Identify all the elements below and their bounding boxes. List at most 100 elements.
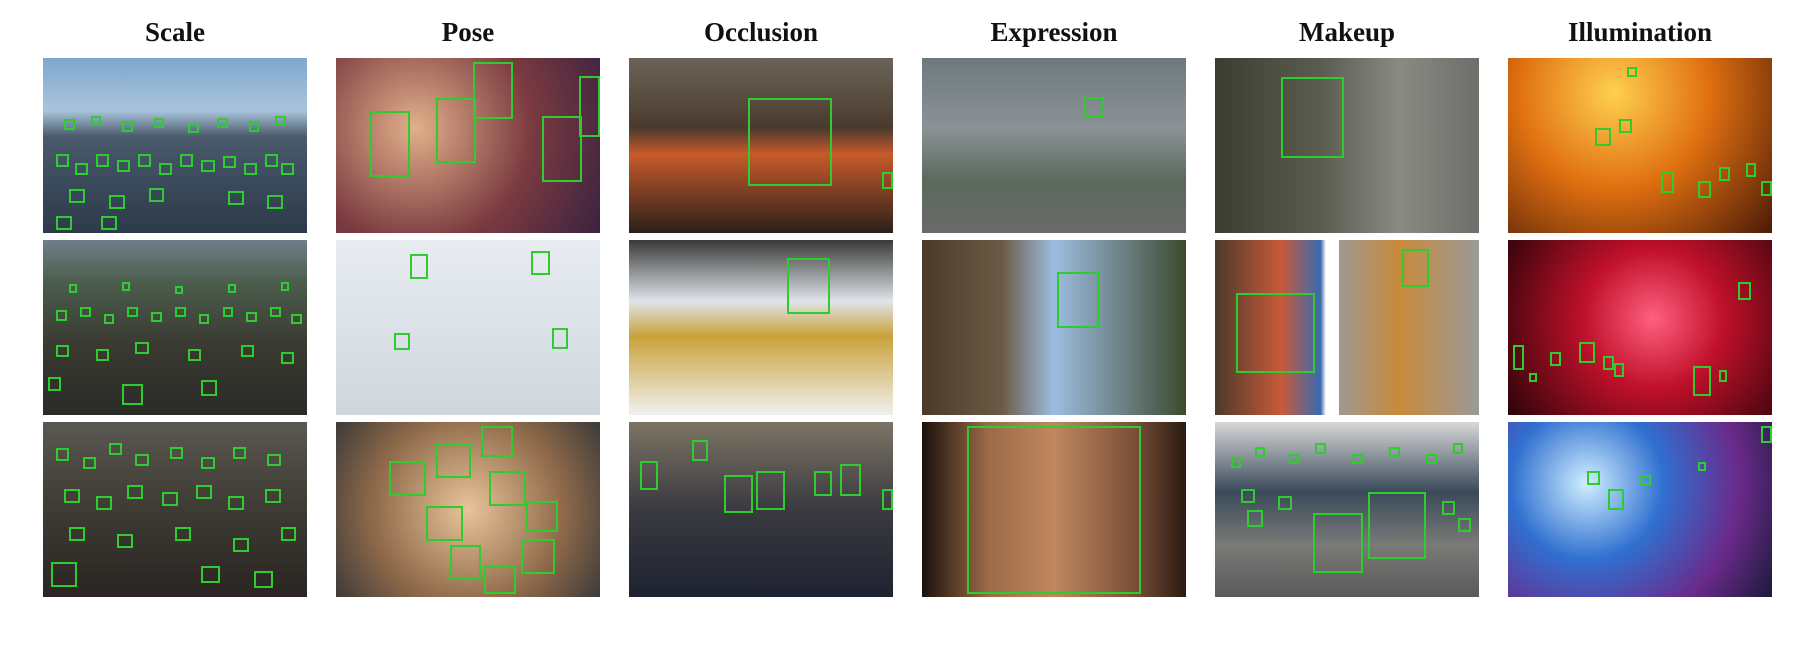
face-bounding-box xyxy=(489,471,527,506)
face-bounding-box xyxy=(201,565,220,583)
face-bounding-box xyxy=(1613,362,1625,377)
photo-illumination-3 xyxy=(1508,422,1772,597)
face-bounding-box xyxy=(175,527,191,541)
face-bounding-box xyxy=(69,527,86,541)
face-bounding-box xyxy=(227,191,244,205)
face-bounding-box xyxy=(578,75,600,137)
face-bounding-box xyxy=(201,380,218,396)
face-bounding-box xyxy=(264,154,278,167)
face-bounding-box xyxy=(109,443,123,456)
face-bounding-box xyxy=(267,453,281,466)
face-bounding-box xyxy=(50,562,78,587)
face-bounding-box xyxy=(64,119,75,130)
face-bounding-box xyxy=(188,348,202,361)
face-bounding-box xyxy=(882,488,893,510)
face-bounding-box xyxy=(1402,248,1429,288)
face-bounding-box xyxy=(254,570,273,589)
face-bounding-box xyxy=(692,439,709,461)
face-bounding-box xyxy=(127,485,144,499)
face-bounding-box xyxy=(56,215,73,230)
face-bounding-box xyxy=(280,282,289,291)
face-bounding-box xyxy=(101,215,117,230)
column-title-expression: Expression xyxy=(990,17,1118,47)
face-bounding-box xyxy=(116,159,131,172)
photo-scale-1 xyxy=(43,58,307,233)
face-bounding-box xyxy=(227,495,244,510)
face-bounding-box xyxy=(1761,180,1772,197)
face-bounding-box xyxy=(1442,500,1456,515)
face-bounding-box xyxy=(198,313,210,324)
face-bounding-box xyxy=(175,306,186,317)
face-bounding-box xyxy=(409,254,429,279)
face-bounding-box xyxy=(196,485,212,499)
face-bounding-box xyxy=(755,471,785,510)
face-bounding-box xyxy=(1719,369,1728,382)
photo-expression-2 xyxy=(922,240,1186,415)
face-bounding-box xyxy=(813,471,833,496)
face-bounding-box xyxy=(1608,488,1625,510)
face-bounding-box xyxy=(56,448,70,461)
face-bounding-box xyxy=(1352,453,1363,464)
face-bounding-box xyxy=(188,122,199,134)
face-bounding-box xyxy=(270,306,281,317)
face-bounding-box xyxy=(48,376,62,391)
face-bounding-box xyxy=(241,345,255,358)
face-bounding-box xyxy=(151,311,162,323)
face-bounding-box xyxy=(1230,457,1242,468)
face-bounding-box xyxy=(1587,471,1601,485)
face-bounding-box xyxy=(148,187,165,202)
face-bounding-box xyxy=(159,163,173,176)
photo-expression-3 xyxy=(922,422,1186,597)
face-bounding-box xyxy=(436,443,471,478)
face-bounding-box xyxy=(201,457,215,470)
face-bounding-box xyxy=(280,527,297,541)
photo-pose-1 xyxy=(336,58,600,233)
face-bounding-box xyxy=(64,488,80,503)
face-bounding-box xyxy=(1246,509,1263,527)
face-bounding-box xyxy=(153,117,165,128)
face-bounding-box xyxy=(161,492,178,506)
face-bounding-box xyxy=(264,488,281,503)
column-title-pose: Pose xyxy=(441,17,495,47)
face-bounding-box xyxy=(1083,96,1105,118)
face-bounding-box xyxy=(1626,66,1638,78)
column-title-makeup: Makeup xyxy=(1298,17,1396,47)
face-bounding-box xyxy=(122,282,131,291)
face-bounding-box xyxy=(388,460,426,496)
face-bounding-box xyxy=(222,156,236,169)
face-bounding-box xyxy=(291,313,302,324)
photo-illumination-1 xyxy=(1508,58,1772,233)
face-bounding-box xyxy=(69,189,86,204)
photo-makeup-3 xyxy=(1215,422,1479,597)
face-bounding-box xyxy=(243,163,257,176)
face-bounding-box xyxy=(1312,513,1363,573)
face-bounding-box xyxy=(541,115,582,183)
face-bounding-box xyxy=(1579,341,1596,363)
face-bounding-box xyxy=(1281,77,1345,158)
face-bounding-box xyxy=(473,61,513,120)
face-bounding-box xyxy=(275,115,286,127)
face-bounding-box xyxy=(1457,518,1472,533)
face-bounding-box xyxy=(1698,462,1707,471)
photo-makeup-2 xyxy=(1215,240,1479,415)
face-bounding-box xyxy=(1618,119,1633,134)
face-bounding-box xyxy=(122,383,144,405)
face-bounding-box xyxy=(1236,292,1316,373)
photo-divider xyxy=(1331,240,1340,415)
face-bounding-box xyxy=(217,117,228,128)
face-bounding-box xyxy=(109,194,125,209)
face-bounding-box xyxy=(787,257,830,314)
photo-scale-2 xyxy=(43,240,307,415)
face-bounding-box xyxy=(1719,166,1730,181)
face-bounding-box xyxy=(370,110,410,177)
face-bounding-box xyxy=(1761,425,1772,443)
face-bounding-box xyxy=(79,306,91,317)
face-bounding-box xyxy=(436,98,476,163)
face-bounding-box xyxy=(280,352,294,365)
face-bounding-box xyxy=(1603,355,1614,370)
face-bounding-box xyxy=(180,154,194,167)
face-bounding-box xyxy=(483,565,516,594)
column-title-occlusion: Occlusion xyxy=(703,17,818,47)
face-bounding-box xyxy=(481,425,513,457)
face-bounding-box xyxy=(127,306,139,317)
